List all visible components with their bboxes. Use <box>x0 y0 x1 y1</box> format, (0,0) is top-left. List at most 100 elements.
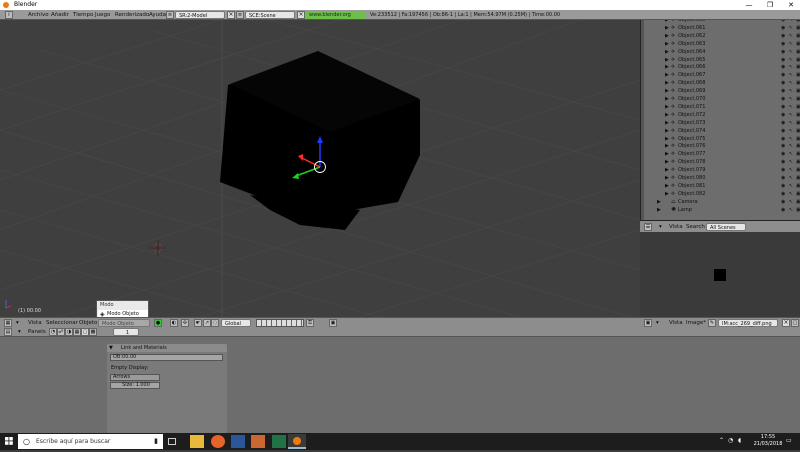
website-link[interactable]: www.blender.org 249.3 <box>306 11 366 26</box>
image-menu-icon[interactable]: ▢ <box>791 319 799 327</box>
outliner-item[interactable]: ▶⟡Object.067 ◉ ↖▣ <box>641 71 800 79</box>
image-name-field[interactable]: IM:acc_269_diff.png <box>718 319 778 327</box>
editor-type-icon[interactable]: ▤ <box>4 328 12 336</box>
renderable-camera-icon[interactable]: ▣ <box>796 206 800 214</box>
scene-browse-icon[interactable]: ≡ <box>236 11 244 19</box>
outliner-item[interactable]: ▶⟡Object.070 ◉ ↖▣ <box>641 95 800 103</box>
renderable-camera-icon[interactable]: ▣ <box>796 48 800 56</box>
renderable-camera-icon[interactable]: ▣ <box>796 135 800 143</box>
selectable-arrow-icon[interactable]: ↖ <box>789 190 793 198</box>
manip-translate-icon[interactable]: ↗ <box>203 319 211 327</box>
visibility-eye-icon[interactable]: ◉ <box>781 24 785 32</box>
outliner-item[interactable]: ▶⟡Object.066 ◉ ↖▣ <box>641 63 800 71</box>
selectable-arrow-icon[interactable]: ↖ <box>789 198 793 206</box>
visibility-eye-icon[interactable]: ◉ <box>781 150 785 158</box>
menu-archivo[interactable]: Archivo <box>28 10 49 20</box>
outliner-item-camera[interactable]: ▶ ⌓Camera ◉ ↖▣ <box>641 198 800 206</box>
layer-buttons[interactable] <box>256 319 304 327</box>
visibility-eye-icon[interactable]: ◉ <box>781 135 785 143</box>
scene-field[interactable]: SCE:Scene <box>245 11 295 19</box>
selectable-arrow-icon[interactable]: ↖ <box>789 142 793 150</box>
minimize-button[interactable]: — <box>740 0 758 10</box>
expand-icon[interactable]: ▶ <box>665 142 669 150</box>
renderable-camera-icon[interactable]: ▣ <box>796 95 800 103</box>
renderable-camera-icon[interactable]: ▣ <box>796 158 800 166</box>
context-scene-icon[interactable]: ▩ <box>89 328 97 336</box>
selectable-arrow-icon[interactable]: ↖ <box>789 127 793 135</box>
tray-network-icon[interactable]: ⌃ <box>719 437 724 444</box>
orientation-selector[interactable]: Global <box>221 319 251 327</box>
outliner-item[interactable]: ▶⟡Object.074 ◉ ↖▣ <box>641 127 800 135</box>
selectable-arrow-icon[interactable]: ↖ <box>789 87 793 95</box>
pivot-icon[interactable]: ✣ <box>181 319 189 327</box>
renderable-camera-icon[interactable]: ▣ <box>796 119 800 127</box>
context-shading-icon[interactable]: ◑ <box>65 328 73 336</box>
panel-title[interactable]: ▼ Link and Materials <box>107 344 227 352</box>
outliner-item[interactable]: ▶⟡Object.061 ◉ ↖▣ <box>641 24 800 32</box>
visibility-eye-icon[interactable]: ◉ <box>781 142 785 150</box>
outliner-item[interactable]: ▶⟡Object.068 ◉ ↖▣ <box>641 79 800 87</box>
expand-icon[interactable]: ▶ <box>665 24 669 32</box>
selectable-arrow-icon[interactable]: ↖ <box>789 182 793 190</box>
outliner[interactable]: ▶⟡Object.060◉↖▣▶⟡Object.061◉↖▣▶⟡Object.0… <box>640 20 800 220</box>
outliner-item[interactable]: ▶⟡Object.075 ◉ ↖▣ <box>641 135 800 143</box>
screen-delete-icon[interactable]: × <box>227 11 235 19</box>
selectable-arrow-icon[interactable]: ↖ <box>789 150 793 158</box>
expand-icon[interactable]: ▶ <box>657 206 661 214</box>
expand-icon[interactable]: ▶ <box>665 56 669 64</box>
context-editing-icon[interactable]: ▢ <box>81 328 89 336</box>
selectable-arrow-icon[interactable]: ↖ <box>789 32 793 40</box>
visibility-eye-icon[interactable]: ◉ <box>781 174 785 182</box>
visibility-eye-icon[interactable]: ◉ <box>781 79 785 87</box>
visibility-eye-icon[interactable]: ◉ <box>781 87 785 95</box>
selectable-arrow-icon[interactable]: ↖ <box>789 40 793 48</box>
manip-rotate-icon[interactable]: ◌ <box>211 319 219 327</box>
context-script-icon[interactable]: ☍ <box>57 328 65 336</box>
visibility-eye-icon[interactable]: ◉ <box>781 198 785 206</box>
blender-taskbar-icon[interactable] <box>288 434 306 449</box>
menu-tiempo[interactable]: Tiempo <box>73 10 93 20</box>
mode-selector[interactable]: Modo Objeto <box>98 319 150 327</box>
notifications-icon[interactable]: ▭ <box>786 437 792 444</box>
selectable-arrow-icon[interactable]: ↖ <box>789 103 793 111</box>
taskbar-clock[interactable]: 17:55 21/03/2018 <box>752 434 784 448</box>
image-pin-icon[interactable]: ✎ <box>708 319 716 327</box>
frame-number-field[interactable]: 1 <box>113 328 139 336</box>
selectable-arrow-icon[interactable]: ↖ <box>789 24 793 32</box>
selectable-arrow-icon[interactable]: ↖ <box>789 166 793 174</box>
visibility-eye-icon[interactable]: ◉ <box>781 158 785 166</box>
outliner-item[interactable]: ▶⟡Object.062 ◉ ↖▣ <box>641 32 800 40</box>
panels-menu[interactable]: Panels <box>28 327 46 337</box>
editor-type-icon[interactable]: ▦ <box>4 319 12 327</box>
visibility-eye-icon[interactable]: ◉ <box>781 71 785 79</box>
windows-start-icon[interactable] <box>0 433 18 450</box>
renderable-camera-icon[interactable]: ▣ <box>796 142 800 150</box>
word-icon[interactable] <box>231 435 245 448</box>
selectable-arrow-icon[interactable]: ↖ <box>789 95 793 103</box>
firefox-icon[interactable] <box>211 435 225 448</box>
expand-icon[interactable]: ▶ <box>665 190 669 198</box>
task-view-icon[interactable] <box>168 438 176 445</box>
visibility-eye-icon[interactable]: ◉ <box>781 48 785 56</box>
excel-icon[interactable] <box>272 435 286 448</box>
taskbar-search-input[interactable]: ○ Escribe aquí para buscar ▮ <box>18 434 163 449</box>
menu-juego[interactable]: Juego <box>95 10 110 20</box>
expand-icon[interactable]: ▶ <box>665 48 669 56</box>
panel-collapse-icon[interactable]: ▼ <box>109 344 113 352</box>
expand-icon[interactable]: ▶ <box>657 198 661 206</box>
render-icon[interactable]: ▣ <box>329 319 337 327</box>
draw-mode-icon[interactable]: ● <box>154 319 162 327</box>
file-explorer-icon[interactable] <box>190 435 204 448</box>
outliner-menu-vista[interactable]: Vista <box>669 222 683 232</box>
expand-icon[interactable]: ▶ <box>665 63 669 71</box>
selectable-arrow-icon[interactable]: ↖ <box>789 174 793 182</box>
selectable-arrow-icon[interactable]: ↖ <box>789 48 793 56</box>
visibility-eye-icon[interactable]: ◉ <box>781 127 785 135</box>
visibility-eye-icon[interactable]: ◉ <box>781 119 785 127</box>
outliner-scope-select[interactable]: All Scenes <box>706 223 746 231</box>
expand-icon[interactable]: ▶ <box>665 127 669 135</box>
microphone-icon[interactable]: ▮ <box>154 434 158 449</box>
renderable-camera-icon[interactable]: ▣ <box>796 24 800 32</box>
menu-ayuda[interactable]: Ayuda <box>149 10 166 20</box>
renderable-camera-icon[interactable]: ▣ <box>796 56 800 64</box>
